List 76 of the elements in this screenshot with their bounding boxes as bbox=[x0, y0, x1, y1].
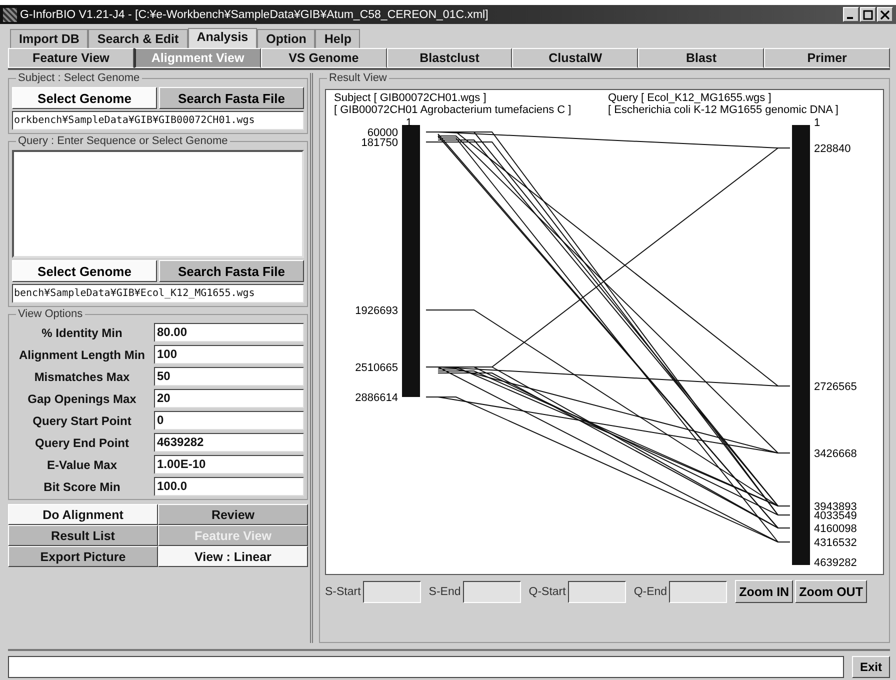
group-title: View Options bbox=[16, 308, 85, 320]
action-button[interactable]: Export Picture bbox=[8, 546, 158, 567]
option-field[interactable]: 50 bbox=[154, 367, 304, 386]
option-label: E-Value Max bbox=[46, 458, 118, 472]
view-tab[interactable]: Blastclust bbox=[386, 48, 512, 68]
select-button[interactable]: Search Fasta File bbox=[159, 87, 304, 109]
menu-tab[interactable]: Import DB bbox=[10, 29, 88, 48]
option-field[interactable]: 4639282 bbox=[154, 433, 304, 452]
menu-tab[interactable]: Help bbox=[315, 29, 360, 48]
select-button[interactable]: Search Fasta File bbox=[159, 260, 304, 282]
option-field[interactable]: 80.00 bbox=[154, 323, 304, 342]
subject-header: [ GIB00072CH01 Agrobacterium tumefaciens C ] bbox=[334, 104, 572, 116]
range-field[interactable] bbox=[669, 580, 728, 602]
subject-position-label: 181750 bbox=[361, 137, 398, 149]
select-button[interactable]: Select Genome bbox=[12, 87, 157, 109]
sequence-field[interactable] bbox=[12, 150, 304, 258]
menu-tab[interactable]: Search & Edit bbox=[88, 29, 188, 48]
view-tab[interactable]: ClustalW bbox=[512, 48, 638, 68]
range-label: Q-End bbox=[634, 586, 668, 598]
range-field[interactable] bbox=[568, 580, 626, 602]
option-field[interactable]: 100 bbox=[154, 345, 304, 364]
query-header: [ Escherichia coli K-12 MG1655 genomic DNA ] bbox=[608, 104, 838, 116]
range-label: S-End bbox=[428, 586, 461, 598]
option-field[interactable]: 1.00E-10 bbox=[154, 455, 304, 474]
zoom-button[interactable]: Zoom IN bbox=[735, 580, 794, 603]
action-button[interactable]: Result List bbox=[8, 525, 158, 546]
action-button[interactable]: Do Alignment bbox=[8, 504, 158, 525]
app-icon bbox=[3, 8, 17, 22]
view-tab[interactable]: VS Genome bbox=[260, 48, 387, 68]
menu-tab[interactable]: Analysis bbox=[188, 28, 258, 48]
option-label: Mismatches Max bbox=[33, 370, 131, 384]
action-button[interactable]: View : Linear bbox=[158, 546, 308, 567]
minimize-icon[interactable] bbox=[843, 7, 859, 22]
option-label: Query Start Point bbox=[32, 414, 132, 428]
subject-position-label: 2510665 bbox=[355, 362, 398, 374]
window-title: G-InforBIO V1.21-J4 - [C:¥e-Workbench¥SampleData¥GIB¥Atum_C58_CEREON_01C.xml] bbox=[20, 8, 490, 20]
select-button[interactable]: Select Genome bbox=[12, 260, 157, 282]
subject-position-label: 60000 bbox=[367, 127, 398, 139]
zoom-button[interactable]: Zoom OUT bbox=[795, 580, 867, 603]
menu-tab[interactable]: Option bbox=[257, 29, 316, 48]
range-field[interactable] bbox=[462, 580, 521, 602]
view-tab[interactable]: Feature View bbox=[8, 48, 134, 68]
group-title: Result View bbox=[327, 72, 389, 84]
group-title: Subject : Select Genome bbox=[16, 72, 142, 84]
subject-position-label: 2886614 bbox=[355, 392, 398, 404]
option-label: Bit Score Min bbox=[42, 480, 122, 494]
option-label: Query End Point bbox=[34, 436, 130, 450]
path-field[interactable]: bench¥SampleData¥GIB¥Ecol_K12_MG1655.wgs bbox=[12, 284, 304, 303]
query-position-label: 228840 bbox=[814, 143, 851, 155]
query-position-label: 4033549 bbox=[814, 510, 857, 522]
range-field[interactable] bbox=[362, 580, 421, 602]
query-position-label: 3426668 bbox=[814, 448, 857, 460]
view-tab[interactable]: Blast bbox=[638, 48, 764, 68]
option-label: Alignment Length Min bbox=[18, 348, 146, 362]
subject-header: Subject [ GIB00072CH01.wgs ] bbox=[334, 92, 486, 104]
option-label: Gap Openings Max bbox=[26, 392, 138, 406]
query-position-label: 2726565 bbox=[814, 381, 857, 393]
range-label: S-Start bbox=[325, 586, 361, 598]
subject-position-label: 1926693 bbox=[355, 305, 398, 317]
option-field[interactable]: 20 bbox=[154, 389, 304, 408]
range-label: Q-Start bbox=[528, 586, 566, 598]
maximize-icon[interactable] bbox=[860, 7, 876, 22]
option-field[interactable]: 100.0 bbox=[154, 477, 304, 496]
action-button[interactable]: Review bbox=[158, 504, 308, 525]
path-field[interactable]: orkbench¥SampleData¥GIB¥GIB00072CH01.wgs bbox=[12, 111, 304, 130]
exit-button[interactable]: Exit bbox=[852, 656, 890, 678]
query-position-label: 4639282 bbox=[814, 557, 857, 569]
view-tab[interactable]: Primer bbox=[764, 48, 890, 68]
close-icon[interactable] bbox=[877, 7, 893, 22]
query-position-label: 4316532 bbox=[814, 537, 857, 549]
option-field[interactable]: 0 bbox=[154, 411, 304, 430]
query-header: Query [ Ecol_K12_MG1655.wgs ] bbox=[608, 92, 772, 104]
option-label: % Identity Min bbox=[40, 326, 124, 340]
group-title: Query : Enter Sequence or Select Genome bbox=[16, 135, 230, 147]
query-position-label: 4160098 bbox=[814, 523, 857, 535]
query-position-label: 1 bbox=[814, 117, 820, 129]
